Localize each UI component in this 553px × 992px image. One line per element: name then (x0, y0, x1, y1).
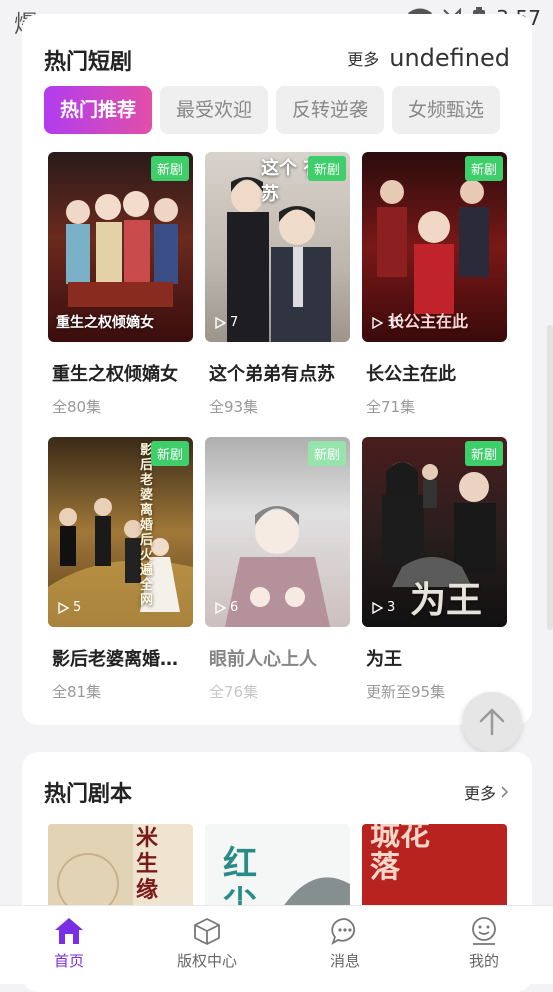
category-tabs: 热门推荐 最受欢迎 反转逆袭 女频甄选 (44, 86, 510, 136)
drama-poster[interactable]: 长公主在此 新剧 10 (362, 152, 507, 342)
nav-copyright-center[interactable]: 版权中心 (157, 916, 257, 971)
drama-item[interactable]: 为王 新剧 3 为王 更新至95集 (362, 437, 507, 701)
drama-title: 眼前人心上人 (209, 649, 317, 670)
drama-item[interactable]: 这个 有点苏 新剧 7 这个弟弟有点苏 全93集 (205, 152, 350, 416)
drama-poster[interactable]: 重生之权倾嫡女 新剧 (48, 152, 193, 342)
new-badge: 新剧 (150, 441, 189, 466)
play-count-value: 7 (230, 315, 239, 330)
play-count-value: 6 (230, 600, 239, 615)
script-poster-title: 城花落 (370, 824, 430, 885)
script-poster-title: 米生缘 (136, 826, 159, 903)
chat-icon (331, 918, 356, 946)
drama-title: 这个弟弟有点苏 (209, 364, 335, 385)
nav-messages[interactable]: 消息 (295, 916, 395, 971)
play-count-value: 10 (387, 315, 404, 330)
tab-most-popular[interactable]: 最受欢迎 (160, 86, 269, 134)
drama-item[interactable]: 长公主在此 新剧 10 长公主在此 全71集 (362, 152, 507, 416)
bottom-navigation: 首页 版权中心 消息 我的 (0, 905, 553, 984)
drama-title: 影后老婆离婚… (52, 649, 178, 670)
tab-reversal[interactable]: 反转逆袭 (276, 86, 385, 134)
new-badge: 新剧 (464, 156, 503, 181)
poster-title: 重生之权倾嫡女 (56, 315, 154, 331)
smile-icon (472, 917, 496, 945)
play-count: 3 (372, 600, 395, 615)
drama-episodes: 全71集 (366, 398, 416, 416)
drama-title: 重生之权倾嫡女 (52, 364, 178, 385)
chevron-right-icon (501, 786, 509, 798)
hot-shorts-more-link[interactable]: 更多 undefined (347, 44, 510, 72)
poster-title: 为王 (410, 580, 483, 621)
hot-shorts-title: 热门短剧 (44, 50, 133, 75)
tab-hot-recommend[interactable]: 热门推荐 (44, 86, 153, 134)
scrollbar[interactable] (547, 325, 553, 630)
more-label: 更多 (347, 50, 380, 69)
drama-episodes: 全76集 (209, 683, 259, 701)
drama-episodes: 全93集 (209, 398, 259, 416)
hot-shorts-card: 热门短剧 更多 undefined 热门推荐 最受欢迎 反转逆袭 女频甄选 重生之权倾… (22, 14, 532, 725)
play-count: 5 (58, 600, 81, 615)
nav-label: 版权中心 (176, 952, 237, 970)
drama-poster[interactable]: 为王 新剧 3 (362, 437, 507, 627)
drama-poster[interactable]: 这个 有点苏 新剧 7 (205, 152, 350, 342)
hot-scripts-more-link[interactable]: 更多 (464, 780, 510, 804)
drama-poster[interactable]: 影后老婆离婚后火遍全网 新剧 5 (48, 437, 193, 627)
hot-scripts-title: 热门剧本 (44, 782, 133, 807)
poster-title: 影后老婆离婚后火遍全网 (140, 443, 154, 608)
drama-item[interactable]: 新剧 6 眼前人心上人 全76集 (205, 437, 350, 701)
play-icon (58, 601, 69, 614)
drama-episodes: 更新至95集 (366, 683, 446, 701)
drama-title: 为王 (366, 649, 402, 670)
new-badge: 新剧 (150, 156, 189, 181)
play-count: 7 (215, 315, 238, 330)
nav-label: 我的 (468, 952, 499, 970)
drama-episodes: 全81集 (52, 683, 102, 701)
new-badge: 新剧 (464, 441, 503, 466)
home-icon (55, 918, 83, 944)
play-icon (372, 601, 383, 614)
drama-episodes: 全80集 (52, 398, 102, 416)
arrow-up-icon (479, 708, 505, 736)
nav-label: 首页 (53, 952, 84, 970)
cube-icon (194, 918, 220, 945)
nav-home[interactable]: 首页 (19, 916, 119, 971)
drama-poster[interactable]: 新剧 6 (205, 437, 350, 627)
play-icon (215, 601, 226, 614)
more-suffix: undefined (389, 44, 510, 72)
nav-label: 消息 (329, 952, 360, 970)
new-badge: 新剧 (307, 156, 346, 181)
play-count: 6 (215, 600, 238, 615)
play-count: 10 (372, 315, 404, 330)
play-icon (372, 316, 383, 329)
play-icon (215, 316, 226, 329)
play-count-value: 5 (73, 600, 82, 615)
drama-item[interactable]: 影后老婆离婚后火遍全网 新剧 5 影后老婆离婚… 全81集 (48, 437, 193, 701)
scroll-to-top-button[interactable] (462, 692, 522, 752)
drama-title: 长公主在此 (366, 364, 456, 385)
drama-item[interactable]: 重生之权倾嫡女 新剧 重生之权倾嫡女 全80集 (48, 152, 193, 416)
new-badge: 新剧 (307, 441, 346, 466)
tab-female-picks[interactable]: 女频甄选 (392, 86, 501, 134)
more-label: 更多 (463, 784, 496, 803)
play-count-value: 3 (387, 600, 396, 615)
nav-mine[interactable]: 我的 (434, 916, 534, 971)
